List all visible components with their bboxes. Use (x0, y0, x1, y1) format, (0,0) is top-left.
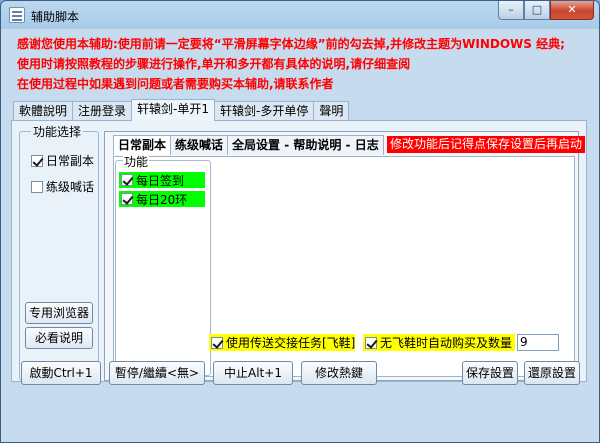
daily-dungeon-checkbox[interactable]: 日常副本 (31, 152, 94, 169)
main-tabs: 軟體說明 注册登录 轩辕剑-单开1 轩辕剑-多开单停 聲明 (13, 99, 350, 121)
check-icon (211, 336, 223, 349)
checkbox-icon (31, 180, 43, 193)
save-settings-button[interactable]: 保存設置 (462, 361, 518, 385)
daily-20rings-label: 每日20环 (136, 192, 188, 207)
title-bar[interactable]: 辅助脚本 – □ ✕ (1, 1, 599, 29)
start-button[interactable]: 啟動Ctrl+1 (21, 361, 101, 385)
tab-single-open[interactable]: 轩辕剑-单开1 (131, 99, 215, 121)
subtab-level-shout[interactable]: 练级喊话 (170, 135, 229, 155)
app-window: 辅助脚本 – □ ✕ 感谢您使用本辅助:使用前请一定要将“平滑屏幕字体边缘”前的… (0, 0, 600, 443)
app-icon (9, 7, 25, 23)
must-read-button[interactable]: 必看说明 (25, 327, 93, 349)
sub-tabs: 日常副本 练级喊话 全局设置 - 帮助说明 - 日志 (113, 135, 384, 157)
daily-20rings-checkbox[interactable]: 每日20环 (119, 191, 205, 207)
tab-multi-open[interactable]: 轩辕剑-多开单停 (214, 101, 315, 121)
features-title: 功能 (123, 153, 150, 170)
pause-resume-button[interactable]: 暫停/繼續<無> (109, 361, 205, 385)
window-title: 辅助脚本 (31, 10, 80, 24)
daily-checkin-checkbox[interactable]: 每日签到 (119, 172, 205, 188)
subtab-global-settings[interactable]: 全局设置 - 帮助说明 - 日志 (227, 135, 384, 155)
save-warning-note: 修改功能后记得点保存设置后再启动 (387, 136, 586, 153)
quantity-input[interactable]: 9 (517, 334, 559, 351)
minimize-button[interactable]: – (498, 1, 524, 20)
notice-line-3: 在使用过程中如果遇到问题或者需要购买本辅助,请联系作者 (17, 77, 334, 91)
subtab-daily-dungeon[interactable]: 日常副本 (113, 135, 172, 155)
check-icon (121, 174, 133, 186)
function-select-title: 功能选择 (31, 123, 84, 140)
check-icon (31, 154, 43, 167)
dedicated-browser-button[interactable]: 专用浏览器 (25, 302, 93, 324)
tab-software-info[interactable]: 軟體說明 (13, 101, 74, 121)
restore-settings-button[interactable]: 還原設置 (524, 361, 580, 385)
maximize-button[interactable]: □ (524, 1, 550, 20)
stop-button[interactable]: 中止Alt+1 (213, 361, 293, 385)
modify-hotkey-button[interactable]: 修改熱鍵 (301, 361, 377, 385)
daily-checkin-label: 每日签到 (136, 173, 185, 188)
notice-line-2: 使用时请按照教程的步骤进行操作,单开和多开都有具体的说明,请仔细查阅 (17, 57, 411, 71)
level-shout-label: 练级喊话 (46, 180, 95, 194)
client-area: 感谢您使用本辅助:使用前请一定要将“平滑屏幕字体边缘”前的勾去掉,并修改主题为W… (9, 30, 591, 436)
auto-buy-checkbox[interactable]: 无飞鞋时自动购买及数量 (363, 334, 515, 351)
daily-dungeon-label: 日常副本 (46, 154, 95, 168)
tab-statement[interactable]: 聲明 (313, 101, 350, 121)
notice-line-1: 感谢您使用本辅助:使用前请一定要将“平滑屏幕字体边缘”前的勾去掉,并修改主题为W… (17, 37, 565, 51)
use-teleport-checkbox[interactable]: 使用传送交接任务[飞鞋] (209, 334, 355, 351)
close-button[interactable]: ✕ (550, 1, 594, 20)
use-teleport-label: 使用传送交接任务[飞鞋] (226, 336, 356, 350)
level-shout-checkbox[interactable]: 练级喊话 (31, 178, 94, 195)
check-icon (365, 336, 377, 349)
check-icon (121, 193, 133, 205)
caption-buttons: – □ ✕ (498, 1, 594, 20)
auto-buy-label: 无飞鞋时自动购买及数量 (380, 336, 513, 350)
tab-register-login[interactable]: 注册登录 (72, 101, 133, 121)
